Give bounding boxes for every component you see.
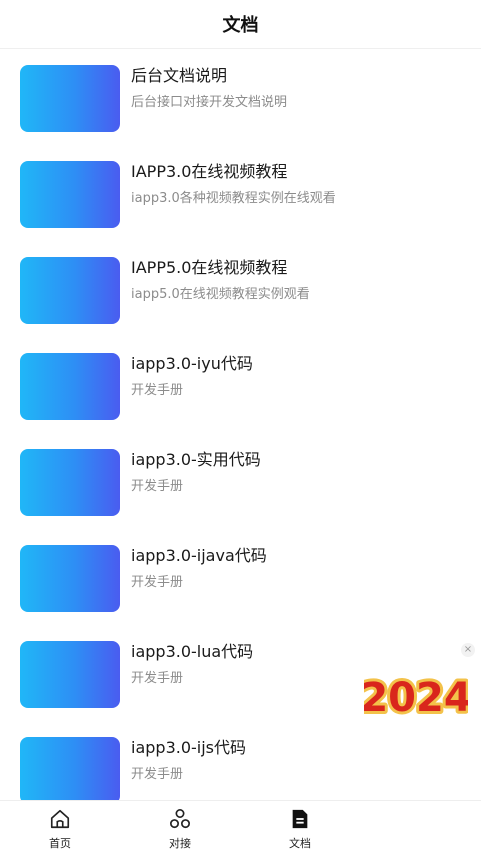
- page-title: 文档: [222, 15, 259, 36]
- app-header: 文档: [0, 0, 481, 49]
- list-item[interactable]: iapp3.0-ijava代码 开发手册: [0, 528, 481, 624]
- tab-docs-label: 文档: [289, 837, 311, 850]
- item-title: iapp3.0-lua代码: [131, 642, 254, 661]
- tab-home-label: 首页: [49, 837, 71, 850]
- item-title: iapp3.0-ijava代码: [131, 546, 267, 565]
- list-item[interactable]: iapp3.0-实用代码 开发手册: [0, 432, 481, 528]
- document-thumbnail: [20, 353, 120, 420]
- document-thumbnail: [20, 737, 120, 804]
- document-icon: [292, 809, 308, 829]
- item-title: iapp3.0-iyu代码: [131, 354, 253, 373]
- item-subtitle: 开发手册: [131, 671, 184, 686]
- ad-text: 2024: [364, 675, 468, 721]
- item-title: iapp3.0-实用代码: [131, 450, 261, 469]
- connect-icon: [170, 809, 190, 829]
- item-subtitle: iapp3.0各种视频教程实例在线观看: [131, 191, 336, 206]
- item-subtitle: 开发手册: [131, 575, 184, 590]
- item-title: IAPP3.0在线视频教程: [131, 162, 288, 181]
- bottom-tabbar: 首页 对接 文档: [0, 800, 481, 856]
- item-subtitle: 开发手册: [131, 383, 184, 398]
- tab-docs[interactable]: 文档: [240, 801, 360, 856]
- document-thumbnail: [20, 161, 120, 228]
- home-icon: [50, 809, 70, 829]
- document-thumbnail: [20, 545, 120, 612]
- list-item[interactable]: iapp3.0-iyu代码 开发手册: [0, 336, 481, 432]
- list-item[interactable]: IAPP5.0在线视频教程 iapp5.0在线视频教程实例观看: [0, 240, 481, 336]
- ad-close-button[interactable]: ×: [461, 643, 475, 657]
- list-item[interactable]: IAPP3.0在线视频教程 iapp3.0各种视频教程实例在线观看: [0, 144, 481, 240]
- item-subtitle: 开发手册: [131, 479, 184, 494]
- tab-home[interactable]: 首页: [0, 801, 120, 856]
- floating-ad-2024[interactable]: 2024 2024: [357, 668, 474, 724]
- document-thumbnail: [20, 257, 120, 324]
- item-subtitle: 后台接口对接开发文档说明: [131, 95, 288, 110]
- item-subtitle: iapp5.0在线视频教程实例观看: [131, 287, 310, 302]
- tab-connect[interactable]: 对接: [120, 801, 240, 856]
- list-item[interactable]: 后台文档说明 后台接口对接开发文档说明: [0, 48, 481, 144]
- item-subtitle: 开发手册: [131, 767, 184, 782]
- tab-connect-label: 对接: [169, 837, 191, 850]
- document-thumbnail: [20, 449, 120, 516]
- item-title: 后台文档说明: [131, 66, 228, 85]
- item-title: IAPP5.0在线视频教程: [131, 258, 288, 277]
- document-thumbnail: [20, 65, 120, 132]
- item-title: iapp3.0-ijs代码: [131, 738, 247, 757]
- document-thumbnail: [20, 641, 120, 708]
